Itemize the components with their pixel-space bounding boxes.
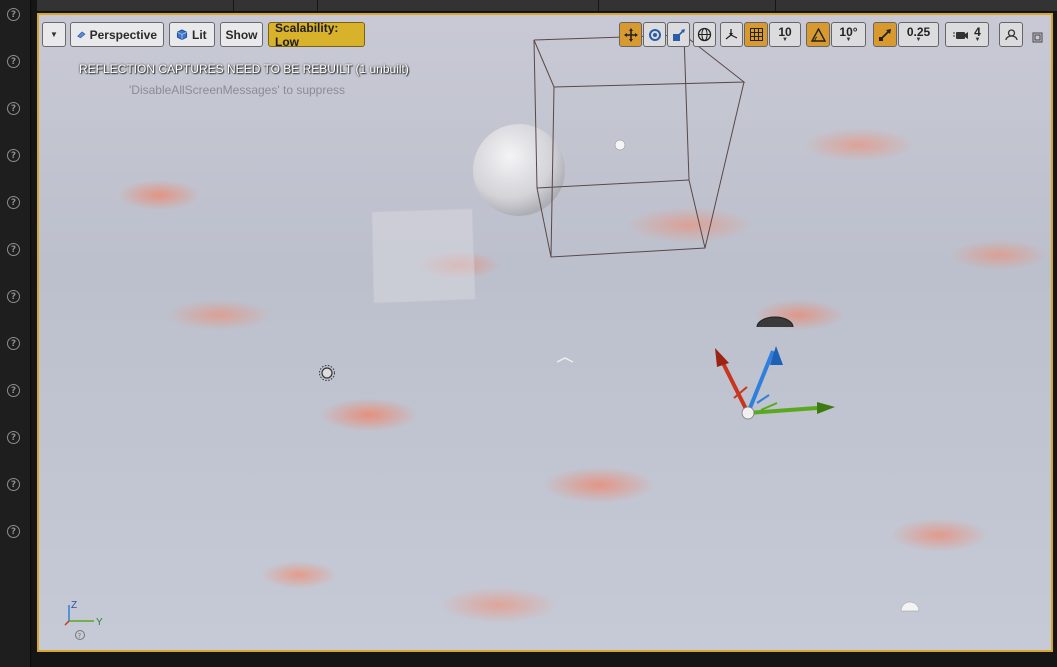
bottom-strip: [36, 653, 1057, 667]
svg-text:?: ?: [78, 632, 82, 640]
lit-cube-icon: [176, 29, 188, 40]
help-icon[interactable]: ?: [7, 384, 20, 397]
world-local-button[interactable]: [693, 22, 716, 47]
static-box: [371, 208, 476, 304]
top-tab[interactable]: [233, 0, 317, 11]
scale-mode-button[interactable]: [667, 22, 690, 47]
transform-gizmo: [715, 346, 835, 420]
grid-icon: [749, 28, 763, 41]
perspective-icon: [77, 31, 86, 39]
rotate-handle: [756, 316, 794, 328]
level-viewport[interactable]: ▼ Perspective Lit Show Scalability: Low …: [37, 13, 1053, 652]
show-button[interactable]: Show: [220, 22, 263, 47]
top-tab[interactable]: [775, 0, 1057, 11]
restore-viewport-button[interactable]: [1032, 28, 1043, 43]
rotate-mode-button[interactable]: [643, 22, 666, 47]
scale-snap-toggle[interactable]: [873, 22, 897, 47]
maximize-viewport-button[interactable]: [999, 22, 1023, 47]
help-icon[interactable]: ?: [7, 525, 20, 538]
camera-speed-icon: [953, 31, 969, 39]
rotation-snap-value[interactable]: 10° ▼: [831, 22, 866, 47]
chevron-down-icon: ▼: [974, 36, 981, 43]
player-start-marker: [556, 357, 574, 363]
help-icon[interactable]: ?: [7, 55, 20, 68]
axis-indicator: Z Y ?: [64, 600, 103, 640]
wireframe-volume: [533, 34, 746, 258]
sky-light-icon: [319, 365, 335, 381]
camera-speed-value: 4: [974, 24, 981, 39]
chevron-down-icon: ▼: [782, 37, 788, 43]
help-icon[interactable]: ?: [7, 337, 20, 350]
help-icon[interactable]: ?: [7, 243, 20, 256]
scalability-label: Scalability: Low: [275, 20, 339, 49]
perspective-button[interactable]: Perspective: [70, 22, 164, 47]
viewport-options-button[interactable]: ▼: [42, 22, 66, 47]
axis-y-label: Y: [96, 617, 103, 628]
chevron-down-icon: ▼: [915, 37, 922, 43]
axis-z-label: Z: [71, 600, 77, 611]
sphere-mesh: [473, 124, 565, 216]
light-marker: [900, 601, 920, 612]
chevron-down-icon: ▼: [845, 37, 852, 43]
lit-button[interactable]: Lit: [169, 22, 215, 47]
top-tab[interactable]: [36, 0, 233, 11]
rotate-icon: [648, 28, 661, 41]
surface-snap-icon: [725, 29, 738, 40]
show-label: Show: [225, 27, 258, 42]
top-tab-strip: [36, 0, 1057, 12]
light-marker: [614, 139, 626, 151]
left-toolbar-strip: ? ? ? ? ? ? ? ? ? ? ? ?: [0, 0, 31, 667]
top-tab[interactable]: [317, 0, 598, 11]
translate-mode-button[interactable]: [619, 22, 642, 47]
maximize-icon: [1004, 29, 1018, 40]
help-icon[interactable]: ?: [7, 431, 20, 444]
help-icon[interactable]: ?: [7, 290, 20, 303]
scene-canvas: [319, 34, 920, 612]
grid-snap-toggle[interactable]: [744, 22, 768, 47]
scalability-button[interactable]: Scalability: Low: [268, 20, 365, 49]
grid-snap-value[interactable]: 10 ▼: [769, 22, 801, 47]
camera-speed-button[interactable]: 4 ▼: [945, 22, 989, 47]
help-icon[interactable]: ?: [7, 102, 20, 115]
help-icon[interactable]: ?: [7, 478, 20, 491]
chevron-down-icon: ▼: [50, 30, 58, 39]
help-icon[interactable]: ?: [7, 8, 20, 21]
lit-label: Lit: [192, 27, 207, 42]
rebuild-warning-message: REFLECTION CAPTURES NEED TO BE REBUILT (…: [79, 62, 409, 76]
rotation-snap-toggle[interactable]: [806, 22, 830, 47]
restore-icon: [1032, 32, 1043, 43]
rotation-snap-icon: [810, 27, 826, 42]
surface-snap-button[interactable]: [720, 22, 743, 47]
help-icon[interactable]: ?: [7, 196, 20, 209]
translate-icon: [623, 27, 638, 42]
world-icon: [697, 27, 712, 42]
top-tab[interactable]: [598, 0, 775, 11]
perspective-label: Perspective: [89, 27, 157, 42]
suppress-hint-message: 'DisableAllScreenMessages' to suppress: [129, 83, 346, 97]
help-icon[interactable]: ?: [7, 149, 20, 162]
scale-icon: [672, 28, 685, 41]
scale-snap-icon: [879, 28, 891, 41]
scale-snap-value[interactable]: 0.25 ▼: [898, 22, 939, 47]
